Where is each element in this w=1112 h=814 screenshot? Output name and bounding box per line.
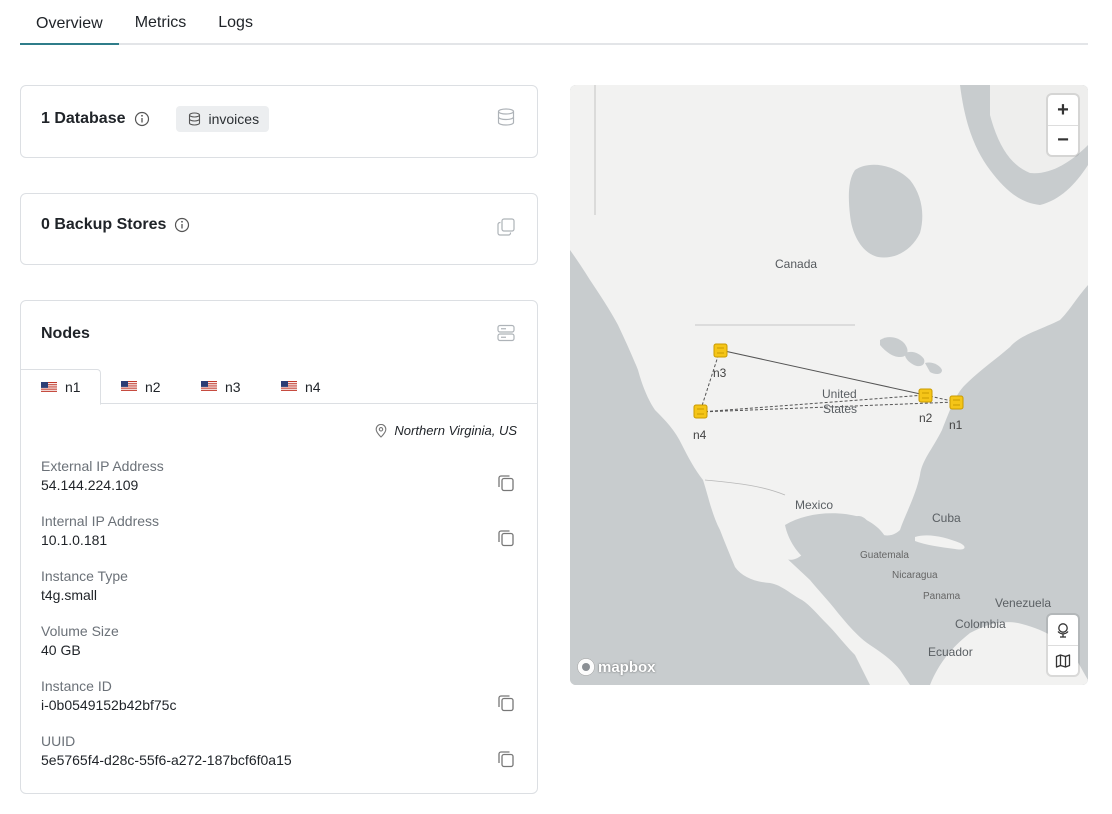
node-marker-n4[interactable] xyxy=(693,404,708,419)
map-label-us-line2: States xyxy=(823,402,858,416)
database-chip-label: invoices xyxy=(208,111,260,127)
nodes-title: Nodes xyxy=(41,325,90,342)
node-tab-n2[interactable]: n2 xyxy=(101,369,181,404)
field-external-ip: External IP Address 54.144.224.109 xyxy=(41,457,164,494)
globe-view-button[interactable] xyxy=(1048,615,1078,645)
zoom-out-button[interactable]: − xyxy=(1048,125,1078,155)
main-tabs: Overview Metrics Logs xyxy=(20,0,1088,45)
tab-metrics[interactable]: Metrics xyxy=(119,0,203,45)
node-label-n2: n2 xyxy=(919,411,933,425)
map-label-panama: Panama xyxy=(923,591,961,602)
database-chip[interactable]: invoices xyxy=(175,106,270,132)
mapbox-logo-icon xyxy=(577,658,595,676)
databases-card: 1 Database invoices xyxy=(20,85,538,158)
flat-map-view-button[interactable] xyxy=(1048,645,1078,675)
field-value: i-0b0549152b42bf75c xyxy=(41,697,177,713)
database-stack-icon xyxy=(497,108,515,126)
field-label: External IP Address xyxy=(41,458,164,474)
field-value: 40 GB xyxy=(41,642,81,658)
map-label-guatemala: Guatemala xyxy=(860,550,909,561)
map-view-controls xyxy=(1048,615,1078,675)
field-uuid: UUID 5e5765f4-d28c-55f6-a272-187bcf6f0a1… xyxy=(41,732,292,769)
field-internal-ip: Internal IP Address 10.1.0.181 xyxy=(41,512,159,549)
node-tabs: n1 n2 n3 n4 xyxy=(21,369,537,405)
mapbox-logo-text: mapbox xyxy=(598,658,656,676)
server-icon xyxy=(497,324,515,342)
map-label-canada: Canada xyxy=(775,257,818,271)
zoom-controls: + − xyxy=(1048,95,1078,155)
backup-stores-card: 0 Backup Stores xyxy=(20,193,538,265)
field-label: Volume Size xyxy=(41,623,119,639)
node-tab-n1[interactable]: n1 xyxy=(21,369,101,405)
node-marker-n3[interactable] xyxy=(713,343,728,358)
field-label: Instance ID xyxy=(41,678,112,694)
tab-logs[interactable]: Logs xyxy=(202,0,269,45)
map-label-cuba: Cuba xyxy=(932,511,961,525)
field-label: UUID xyxy=(41,733,76,749)
backup-stores-title: 0 Backup Stores xyxy=(41,216,167,233)
map-basemap xyxy=(570,85,1088,685)
nodes-card: Nodes n1 n2 n3 n4 Northern Virginia, US … xyxy=(20,300,538,794)
us-flag-icon xyxy=(41,381,57,393)
node-marker-n1[interactable] xyxy=(949,395,964,410)
field-instance-type: Instance Type t4g.small xyxy=(41,567,128,604)
field-volume-size: Volume Size 40 GB xyxy=(41,622,119,659)
copy-uuid-button[interactable] xyxy=(497,750,515,768)
node-location-text: Northern Virginia, US xyxy=(394,423,517,438)
us-flag-icon xyxy=(201,381,217,392)
databases-title: 1 Database xyxy=(41,110,126,127)
map-label-colombia: Colombia xyxy=(955,617,1006,631)
nodes-map[interactable]: Canada United States Mexico Cuba Guatema… xyxy=(570,85,1088,685)
map-label-nicaragua: Nicaragua xyxy=(892,570,938,581)
field-value: 54.144.224.109 xyxy=(41,477,139,493)
map-label-venezuela: Venezuela xyxy=(995,596,1052,610)
field-instance-id: Instance ID i-0b0549152b42bf75c xyxy=(41,677,176,714)
node-label-n3: n3 xyxy=(713,366,727,380)
node-tab-label: n4 xyxy=(305,378,321,395)
node-marker-n2[interactable] xyxy=(918,388,933,403)
info-icon[interactable] xyxy=(174,217,190,233)
globe-icon xyxy=(1057,623,1069,638)
map-label-mexico: Mexico xyxy=(795,498,834,512)
field-label: Instance Type xyxy=(41,568,128,584)
map-label-us-line1: United xyxy=(822,387,857,401)
tab-overview[interactable]: Overview xyxy=(20,0,119,45)
backup-copy-icon xyxy=(497,218,515,236)
location-pin-icon xyxy=(376,423,387,438)
map-label-ecuador: Ecuador xyxy=(928,645,973,659)
field-label: Internal IP Address xyxy=(41,513,160,529)
node-tab-n4[interactable]: n4 xyxy=(261,369,341,404)
database-icon xyxy=(188,112,200,126)
copy-external-ip-button[interactable] xyxy=(497,474,515,492)
node-label-n4: n4 xyxy=(693,428,707,442)
us-flag-icon xyxy=(121,381,137,392)
node-location: Northern Virginia, US xyxy=(375,423,517,438)
node-tab-label: n3 xyxy=(225,378,241,395)
zoom-in-button[interactable]: + xyxy=(1048,95,1078,125)
info-icon[interactable] xyxy=(134,111,150,127)
field-value: 5e5765f4-d28c-55f6-a272-187bcf6f0a15 xyxy=(41,752,292,768)
node-tab-n3[interactable]: n3 xyxy=(181,369,261,404)
map-icon xyxy=(1055,653,1071,668)
node-label-n1: n1 xyxy=(949,418,963,432)
copy-internal-ip-button[interactable] xyxy=(497,529,515,547)
node-tab-label: n2 xyxy=(145,378,161,395)
node-tab-label: n1 xyxy=(65,379,81,395)
us-flag-icon xyxy=(281,381,297,392)
field-value: 10.1.0.181 xyxy=(41,532,108,548)
field-value: t4g.small xyxy=(41,587,98,603)
mapbox-logo[interactable]: mapbox xyxy=(576,657,656,677)
copy-instance-id-button[interactable] xyxy=(497,694,515,712)
